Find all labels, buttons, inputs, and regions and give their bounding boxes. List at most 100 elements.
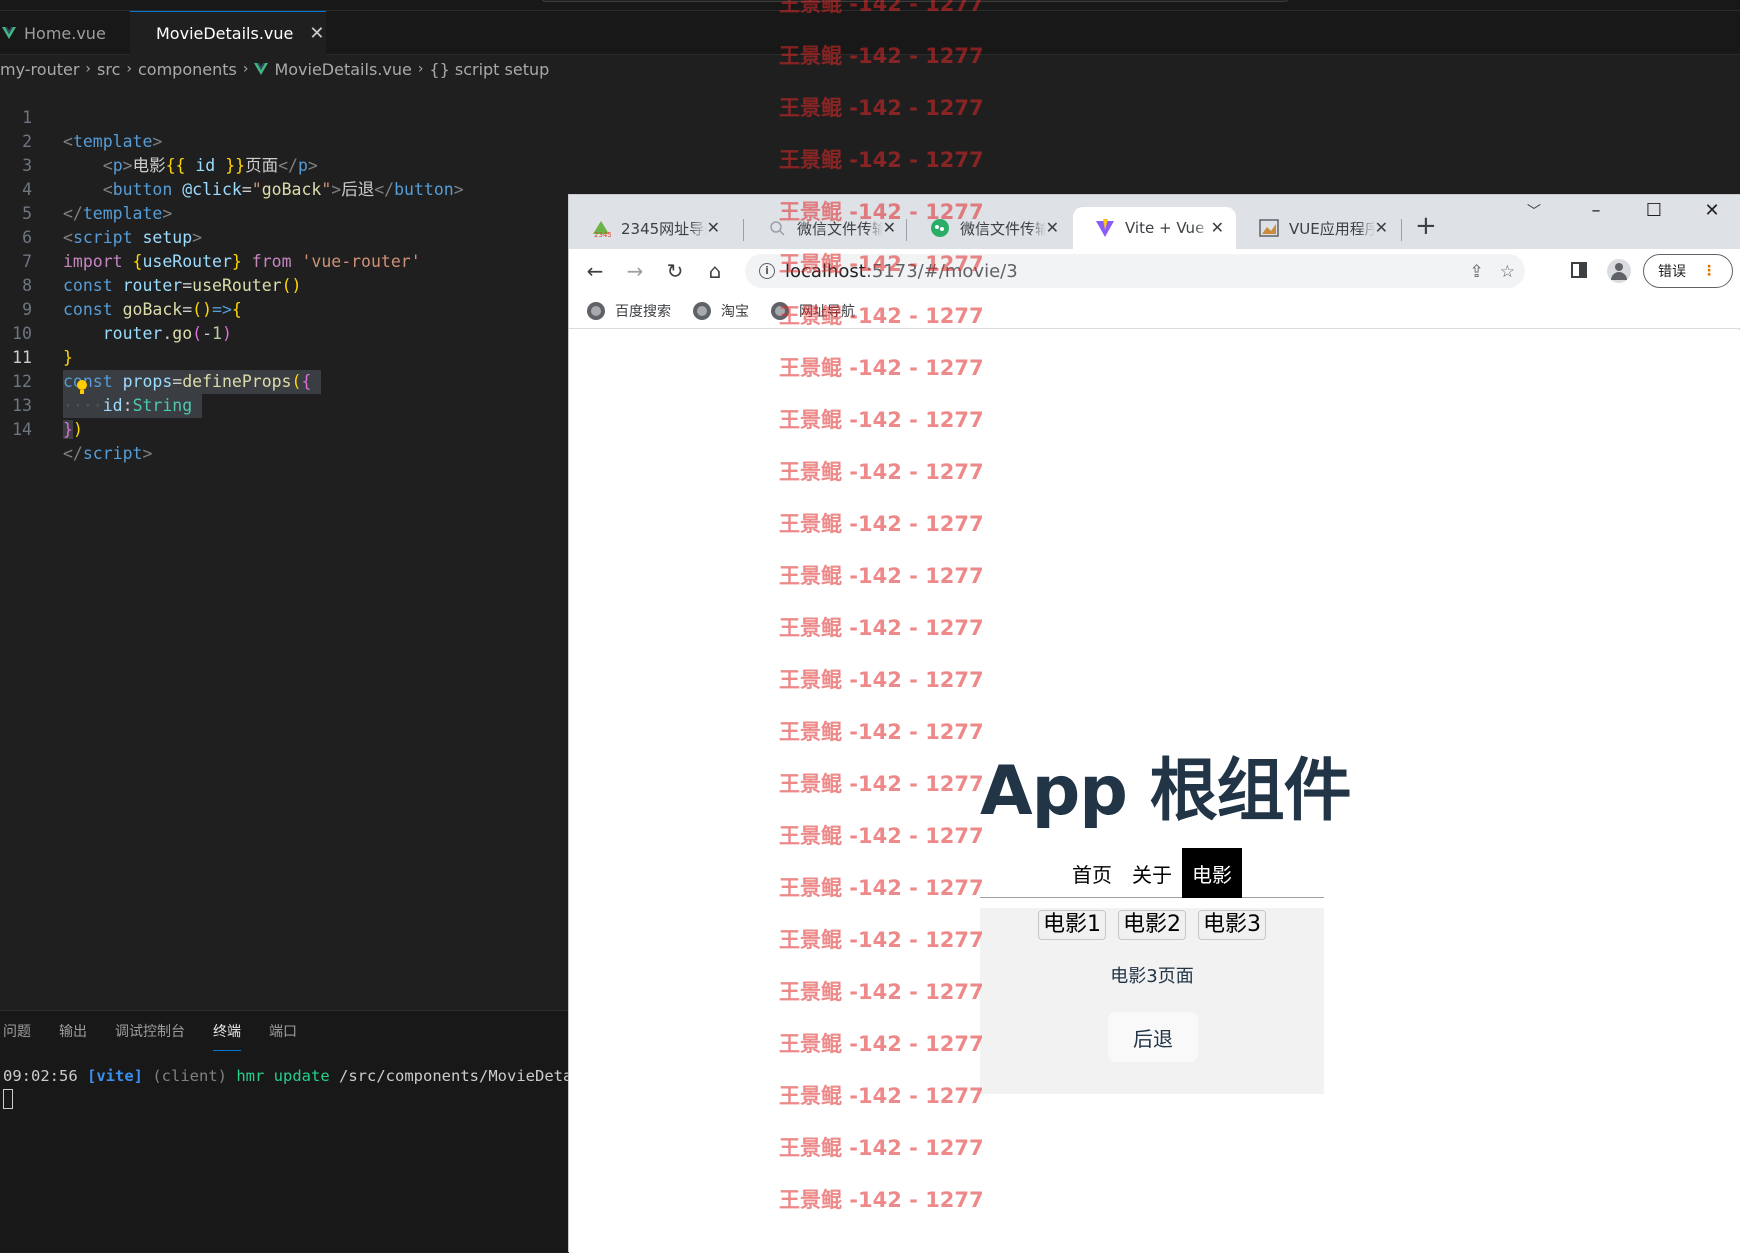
info-icon[interactable]: i [759,263,775,279]
browser-tab-label: 微信文件传输助手 [960,219,1046,238]
browser-tab-label: Vite + Vue [1125,219,1205,237]
terminal-path: /src/components/MovieDetail [339,1067,591,1085]
lightbulb-icon[interactable] [76,379,88,395]
star-icon[interactable]: ☆ [1500,262,1515,282]
error-button[interactable]: 错误 ⋮ [1643,254,1733,288]
breadcrumb-item[interactable]: components [138,60,237,79]
breadcrumb-item[interactable]: MovieDetails.vue [274,60,411,79]
bookmark-baidu[interactable]: 百度搜索 [587,301,671,321]
tab-output[interactable]: 输出 [59,1021,87,1051]
browser-toolbar: ← → ↻ ⌂ i localhost :5173/#/movie/3 ⇪ ☆ … [569,249,1740,293]
code-line: 8 const goBack=()=>{ [0,250,568,319]
address-bar-actions: ⇪ ☆ [1470,262,1516,282]
globe-icon [771,301,789,320]
router-nav: 首页 关于 电影 [980,848,1324,898]
browser-tab-vue-app[interactable]: VUE应用程序 ✕ [1237,207,1400,249]
svg-text:2345: 2345 [594,231,611,238]
code-line: 7 const router=useRouter() [0,226,568,295]
chevron-down-icon[interactable]: ﹀ [1527,201,1541,221]
side-panel-icon[interactable] [1571,262,1587,278]
chevron-right-icon: › [242,61,249,77]
tab-divider [906,219,907,241]
breadcrumb-item[interactable]: src [97,60,120,79]
close-tab-icon[interactable]: ✕ [707,218,720,237]
tab-home-vue[interactable]: Home.vue [0,11,128,55]
close-window-icon[interactable]: ✕ [1683,195,1740,227]
browser-tab-wechat-1[interactable]: 微信文件传输助手 ✕ [745,207,908,249]
address-bar[interactable]: i localhost :5173/#/movie/3 ⇪ ☆ [745,254,1525,288]
chevron-right-icon: › [85,61,92,77]
close-tab-icon[interactable]: ✕ [1375,218,1388,237]
maximize-icon[interactable]: ☐ [1625,195,1683,227]
profile-avatar-icon[interactable] [1607,259,1631,283]
search-icon [767,218,787,238]
movie-2-button[interactable]: 电影2 [1118,910,1186,940]
back-arrow-icon[interactable]: ← [583,259,607,283]
tab-terminal[interactable]: 终端 [213,1021,241,1051]
breadcrumb-item[interactable]: my-router [0,60,79,79]
2345-favicon-icon: 2345 [591,218,611,238]
new-tab-button[interactable]: + [1415,211,1437,241]
close-icon[interactable]: ✕ [309,23,324,44]
code-text: }) [63,420,83,439]
code-line: 1 <template> [0,82,568,151]
tab-debug-console[interactable]: 调试控制台 [115,1021,185,1051]
nav-link-home[interactable]: 首页 [1062,848,1122,898]
close-tab-icon[interactable]: ✕ [1211,218,1224,237]
close-tab-icon[interactable]: ✕ [883,218,896,237]
terminal-client: (client) [152,1067,227,1085]
code-line: 3 <button @click="goBack">后退</button> [0,130,568,199]
code-line: 9 router.go(-1) [0,274,568,343]
share-icon[interactable]: ⇪ [1470,262,1484,282]
wechat-icon [930,218,950,238]
browser-tab-2345[interactable]: 2345 2345网址导航 ✕ [569,207,732,249]
browser-tab-wechat-2[interactable]: 微信文件传输助手 ✕ [908,207,1071,249]
code-line: 14 </script> [0,394,568,463]
bookmark-label: 百度搜索 [615,303,671,320]
reload-icon[interactable]: ↻ [663,259,687,283]
vscode-title-bar [0,0,1740,11]
minimize-icon[interactable]: – [1567,195,1625,227]
more-vert-icon: ⋮ [1702,263,1716,279]
terminal-time: 09:02:56 [3,1067,78,1085]
browser-tab-label: 2345网址导航 [621,219,707,238]
bottom-panel: 问题 输出 调试控制台 终端 端口 09:02:56 [vite] (clien… [0,1010,591,1252]
bookmark-taobao[interactable]: 淘宝 [693,301,749,321]
browser-window: 2345 2345网址导航 ✕ 微信文件传输助手 ✕ 微信文件传输助手 ✕ Vi… [568,194,1740,1253]
browser-tab-vite-vue[interactable]: Vite + Vue ✕ [1073,207,1236,249]
nav-link-movie[interactable]: 电影 [1182,848,1242,898]
movie-view: 电影1 电影2 电影3 电影3页面 后退 [980,908,1324,1094]
line-number: 14 [12,420,32,439]
terminal-cursor[interactable] [3,1089,13,1109]
home-icon[interactable]: ⌂ [703,259,727,283]
page-title: App 根组件 [980,752,1352,831]
movie-1-button[interactable]: 电影1 [1038,910,1106,940]
code-line: 6 import {useRouter} from 'vue-router' [0,202,568,271]
nav-link-about[interactable]: 关于 [1122,848,1182,898]
code-text: </script> [63,444,153,463]
url-path: :5173/#/movie/3 [865,260,1018,282]
tab-problems[interactable]: 问题 [3,1021,31,1051]
forward-arrow-icon[interactable]: → [623,259,647,283]
code-editor[interactable]: 1 <template> 2 <p>电影{{ id }}页面</p> 3 <bu… [0,82,568,1012]
movie-3-button[interactable]: 电影3 [1198,910,1266,940]
browser-tab-label: 微信文件传输助手 [797,219,883,238]
movie-button-group: 电影1 电影2 电影3 [980,910,1324,940]
globe-icon [587,301,605,320]
error-label: 错误 [1658,264,1686,280]
command-center[interactable] [540,0,1290,2]
terminal-vite-tag: [vite] [87,1067,143,1085]
chevron-right-icon: › [126,61,132,77]
tab-moviedetails-vue[interactable]: MovieDetails.vue ✕ [130,11,326,55]
bookmark-nav[interactable]: 网址导航 [771,301,855,321]
image-favicon-icon [1259,218,1279,238]
breadcrumb-item[interactable]: {} script setup [429,60,549,79]
editor-tab-bar: Home.vue MovieDetails.vue ✕ [0,11,1740,55]
web-page-content: App 根组件 首页 关于 电影 电影1 电影2 电影3 电影3页面 后退 [569,330,1740,1253]
tab-label: MovieDetails.vue [156,24,294,43]
back-button[interactable]: 后退 [1108,1012,1198,1062]
close-tab-icon[interactable]: ✕ [1046,218,1059,237]
tab-ports[interactable]: 端口 [269,1021,297,1051]
bookmark-label: 网址导航 [799,303,855,320]
code-line: 10 } [0,298,568,367]
